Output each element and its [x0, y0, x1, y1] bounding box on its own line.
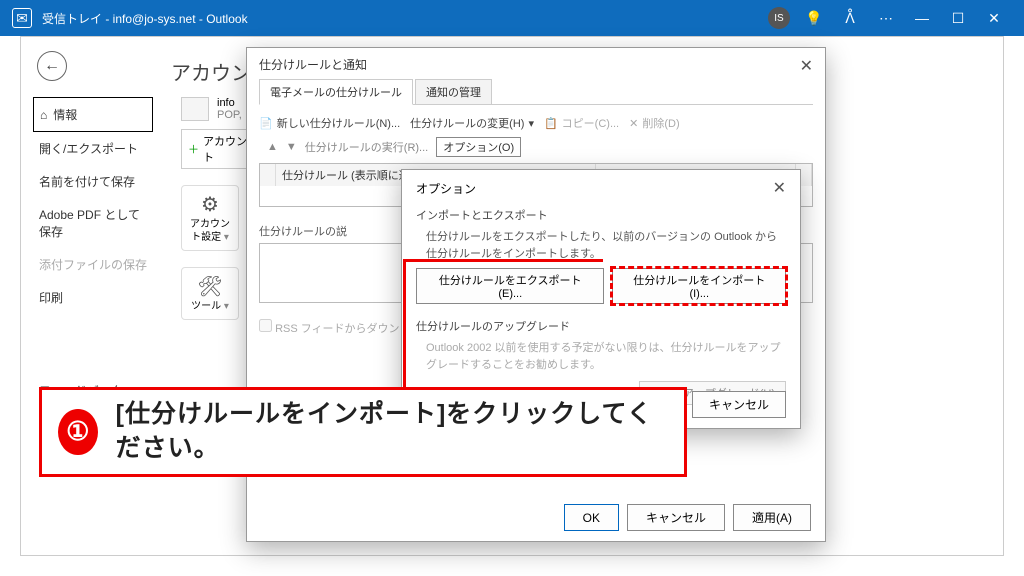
instruction-text: [仕分けルールをインポート]をクリックしてください。	[116, 398, 668, 466]
title-bar: ✉ 受信トレイ - info@jo-sys.net - Outlook IS 💡…	[0, 0, 1024, 36]
back-button[interactable]: ←	[37, 51, 67, 81]
new-rule-button[interactable]: 📄 新しい仕分けルール(N)...	[259, 115, 400, 131]
tools-button[interactable]: 🛠ツール ▾	[181, 267, 239, 320]
close-icon[interactable]: ✕	[800, 56, 813, 76]
enable-rss-checkbox	[259, 319, 272, 332]
apply-button[interactable]: 適用(A)	[733, 504, 811, 531]
lightbulb-icon[interactable]: 💡	[796, 0, 832, 36]
delete-rule-button[interactable]: ✕ 削除(D)	[629, 115, 680, 131]
backstage-panel: ← アカウント ⌂情報 開く/エクスポート 名前を付けて保存 Adobe PDF…	[20, 36, 1004, 556]
close-icon[interactable]: ✕	[773, 178, 786, 198]
dialog-title: 仕分けルールと通知	[259, 58, 367, 72]
sidebar-item-adobe-pdf[interactable]: Adobe PDF として保存	[33, 198, 153, 248]
import-export-group-label: インポートとエクスポート	[416, 207, 786, 223]
sidebar-item-open-export[interactable]: 開く/エクスポート	[33, 132, 153, 165]
sidebar-item-info[interactable]: ⌂情報	[33, 97, 153, 132]
ok-button[interactable]: OK	[564, 504, 619, 531]
outlook-icon: ✉	[12, 8, 32, 28]
sidebar-item-print[interactable]: 印刷	[33, 281, 153, 314]
tab-email-rules[interactable]: 電子メールの仕分けルール	[259, 79, 413, 105]
import-rules-button[interactable]: 仕分けルールをインポート(I)...	[612, 268, 786, 304]
change-rule-button[interactable]: 仕分けルールの変更(H) ▾	[410, 115, 534, 131]
upgrade-group-label: 仕分けルールのアップグレード	[416, 318, 786, 334]
move-down-icon[interactable]: ▼	[286, 141, 297, 153]
tab-manage-alerts[interactable]: 通知の管理	[415, 79, 492, 104]
sidebar-item-save-attach: 添付ファイルの保存	[33, 248, 153, 281]
annotation-line	[403, 259, 603, 262]
rules-options-button[interactable]: オプション(O)	[436, 137, 521, 157]
account-icon	[181, 97, 209, 121]
copy-rule-button[interactable]: 📋 コピー(C)...	[544, 115, 619, 131]
cancel-button[interactable]: キャンセル	[627, 504, 725, 531]
run-rules-button[interactable]: 仕分けルールの実行(R)...	[305, 139, 428, 155]
minimize-button[interactable]: —	[904, 0, 940, 36]
account-protocol: POP,	[217, 109, 242, 121]
maximize-button[interactable]: ☐	[940, 0, 976, 36]
import-export-desc: 仕分けルールをエクスポートしたり、以前のバージョンの Outlook から仕分け…	[416, 229, 786, 262]
step-number-badge: ①	[58, 409, 98, 455]
close-window-button[interactable]: ✕	[976, 0, 1012, 36]
gear-user-icon: ⚙	[188, 192, 232, 218]
options-title: オプション	[416, 182, 476, 196]
home-icon: ⌂	[40, 108, 47, 122]
export-rules-button[interactable]: 仕分けルールをエクスポート(E)...	[416, 268, 604, 304]
account-settings-button[interactable]: ⚙アカウント設定 ▾	[181, 185, 239, 251]
support-icon[interactable]: ᐰ	[832, 0, 868, 36]
window-title: 受信トレイ - info@jo-sys.net - Outlook	[42, 10, 768, 27]
options-cancel-button[interactable]: キャンセル	[692, 391, 786, 418]
upgrade-desc: Outlook 2002 以前を使用する予定がない限りは、仕分けルールをアップグ…	[416, 340, 786, 373]
instruction-callout: ① [仕分けルールをインポート]をクリックしてください。	[39, 387, 687, 477]
plus-icon: ＋	[188, 141, 199, 157]
help-icon[interactable]: ⋯	[868, 0, 904, 36]
user-avatar[interactable]: IS	[768, 7, 790, 29]
account-email: info	[217, 97, 242, 109]
wrench-icon: 🛠	[188, 274, 232, 300]
move-up-icon[interactable]: ▲	[267, 141, 278, 153]
sidebar-item-save-as[interactable]: 名前を付けて保存	[33, 165, 153, 198]
